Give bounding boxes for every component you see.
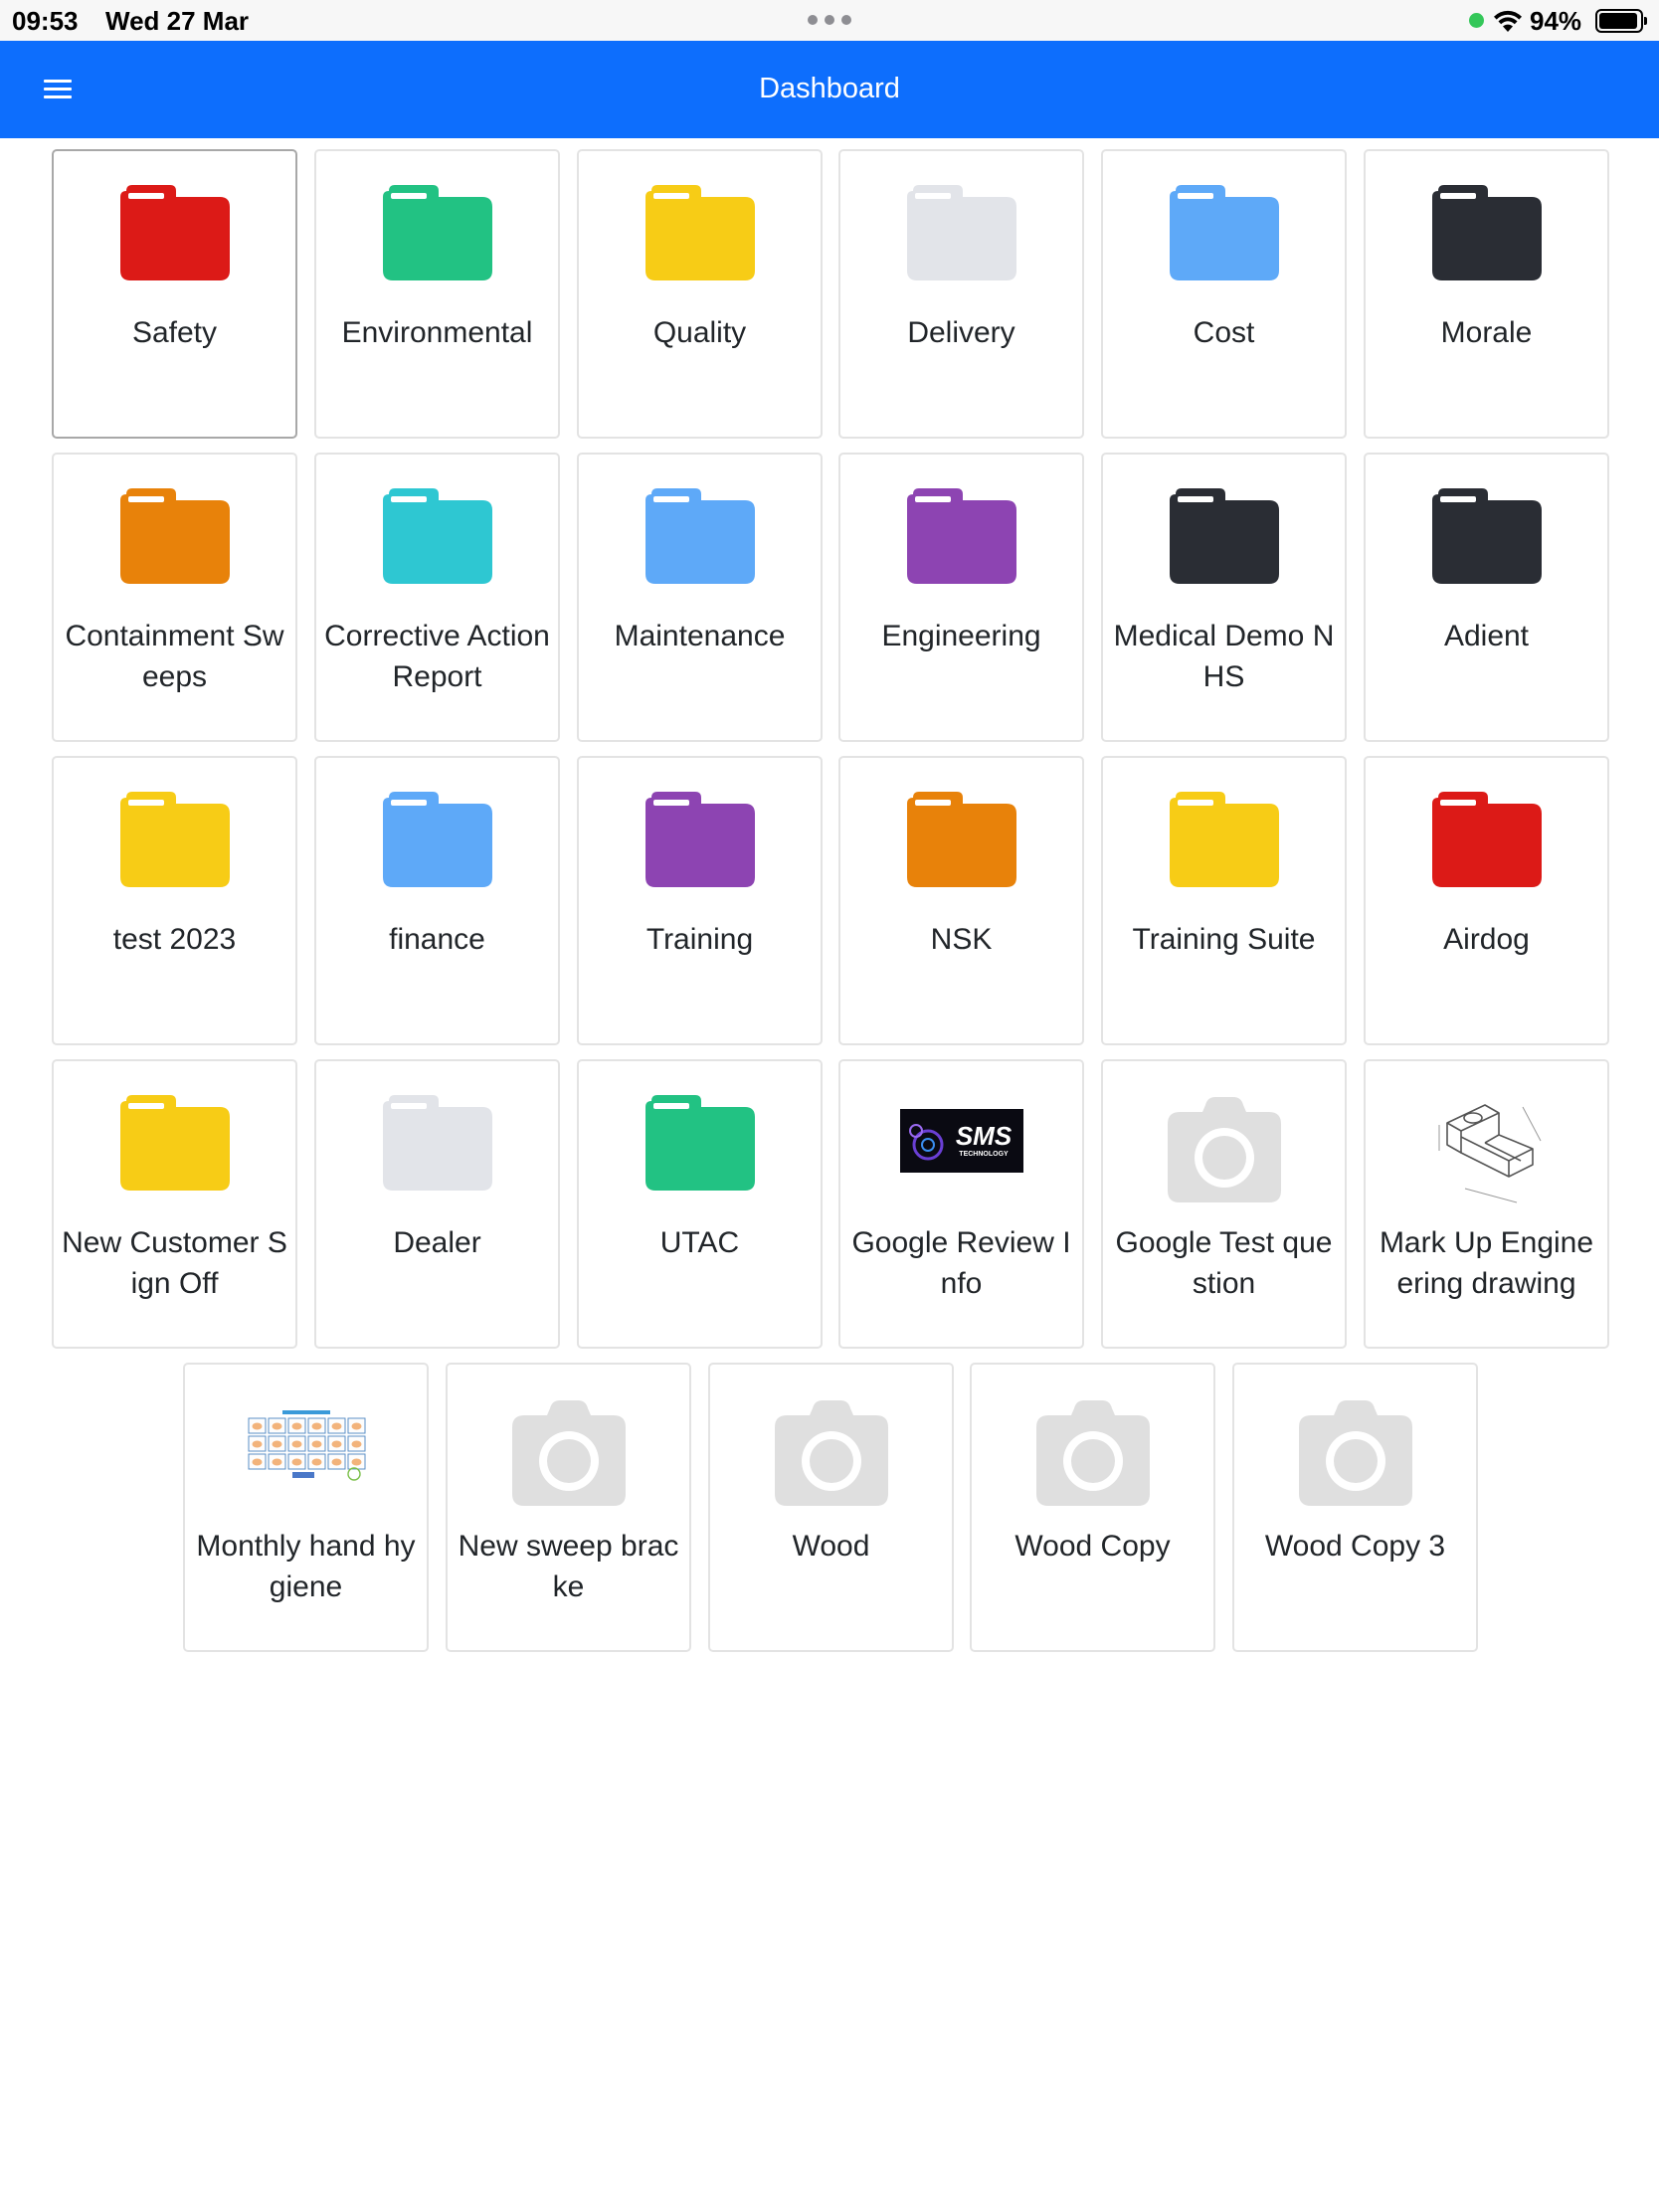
tile-environmental[interactable]: Environmental [314,149,560,439]
handwashing-poster-image [244,1408,368,1484]
tile-engineering[interactable]: Engineering [838,453,1084,742]
tile-adient[interactable]: Adient [1364,453,1609,742]
folder-icon [1431,792,1542,887]
folder-icon [645,185,755,280]
tile-delivery[interactable]: Delivery [838,149,1084,439]
tile-google-test-question[interactable]: Google Test question [1101,1059,1347,1349]
tile-wood[interactable]: Wood [708,1363,954,1652]
folder-icon [1431,488,1542,584]
tile-morale[interactable]: Morale [1364,149,1609,439]
tile-wood-copy[interactable]: Wood Copy [970,1363,1215,1652]
folder-icon [1169,792,1279,887]
camera-placeholder-icon [1166,1085,1283,1202]
tile-training[interactable]: Training [577,756,823,1045]
tile-label: New sweep bracke [458,1530,679,1603]
tile-dealer[interactable]: Dealer [314,1059,560,1349]
tile-new-customer-sign-off[interactable]: New Customer Sign Off [52,1059,297,1349]
tile-label: Corrective Action Report [324,620,550,693]
tile-safety[interactable]: Safety [52,149,297,439]
camera-placeholder-icon [1034,1388,1152,1506]
tile-label: NSK [930,923,993,956]
folder-icon [1169,488,1279,584]
folder-icon [119,792,230,887]
folder-icon [906,185,1016,280]
tile-label: Morale [1440,316,1533,349]
folder-icon [906,488,1016,584]
tile-google-review-info[interactable]: SMS TECHNOLOGY Google Review Info [838,1059,1084,1349]
tile-containment-sweeps[interactable]: Containment Sweeps [52,453,297,742]
tile-label: Wood Copy [1014,1530,1171,1563]
tile-airdog[interactable]: Airdog [1364,756,1609,1045]
tile-label: Containment Sweeps [65,620,284,693]
camera-placeholder-icon [510,1388,628,1506]
tile-label: Monthly hand hygiene [196,1530,416,1603]
sms-technology-logo-image: SMS TECHNOLOGY [899,1109,1023,1173]
folder-icon [645,1095,755,1191]
tile-nsk[interactable]: NSK [838,756,1084,1045]
tile-finance[interactable]: finance [314,756,560,1045]
engineering-drawing-image [1425,1085,1549,1208]
tile-label: test 2023 [112,923,237,956]
tile-label: finance [389,923,485,956]
sms-logo-subtext: TECHNOLOGY [959,1151,1009,1158]
tile-medical-demo-nhs[interactable]: Medical Demo NHS [1101,453,1347,742]
folder-icon [382,1095,492,1191]
tile-label: Dealer [393,1226,481,1259]
tile-maintenance[interactable]: Maintenance [577,453,823,742]
folder-icon [906,792,1016,887]
tile-label: Maintenance [614,620,786,652]
tile-label: Mark Up Engineering drawing [1379,1226,1594,1300]
folder-icon [119,185,230,280]
folder-icon [645,792,755,887]
tile-label: UTAC [659,1226,740,1259]
tile-label: New Customer Sign Off [62,1226,287,1300]
tile-label: Airdog [1443,923,1530,956]
tile-label: Environmental [341,316,533,349]
tile-wood-copy-3[interactable]: Wood Copy 3 [1232,1363,1478,1652]
tile-label: Safety [131,316,218,349]
tile-utac[interactable]: UTAC [577,1059,823,1349]
tile-training-suite[interactable]: Training Suite [1101,756,1347,1045]
tile-label: Google Test question [1115,1226,1333,1300]
tile-label: Engineering [881,620,1041,652]
tile-label: Adient [1443,620,1530,652]
camera-placeholder-icon [1297,1388,1414,1506]
tile-corrective-action-report[interactable]: Corrective Action Report [314,453,560,742]
tile-mark-up-engineering-drawing[interactable]: Mark Up Engineering drawing [1364,1059,1609,1349]
folder-icon [382,488,492,584]
folder-icon [1169,185,1279,280]
tile-label: Google Review Info [851,1226,1071,1300]
tile-monthly-hand-hygiene[interactable]: Monthly hand hygiene [183,1363,429,1652]
tile-label: Quality [652,316,747,349]
sms-logo-text: SMS [955,1121,1012,1151]
tile-label: Medical Demo NHS [1113,620,1335,693]
tile-label: Training [645,923,754,956]
camera-placeholder-icon [773,1388,890,1506]
folder-icon [645,488,755,584]
folder-icon [1431,185,1542,280]
tile-label: Delivery [907,316,1015,349]
folder-icon [119,488,230,584]
folder-icon [382,792,492,887]
folder-icon [382,185,492,280]
tile-label: Wood Copy 3 [1264,1530,1446,1563]
tile-test-2023[interactable]: test 2023 [52,756,297,1045]
tile-label: Cost [1193,316,1255,349]
tile-label: Training Suite [1132,923,1316,956]
tile-quality[interactable]: Quality [577,149,823,439]
tile-label: Wood [792,1530,870,1563]
tile-cost[interactable]: Cost [1101,149,1347,439]
dashboard-grid: Safety Environmental Quality Delivery Cost Mo… [0,0,1659,2212]
folder-icon [119,1095,230,1191]
tile-new-sweep-bracke[interactable]: New sweep bracke [446,1363,691,1652]
